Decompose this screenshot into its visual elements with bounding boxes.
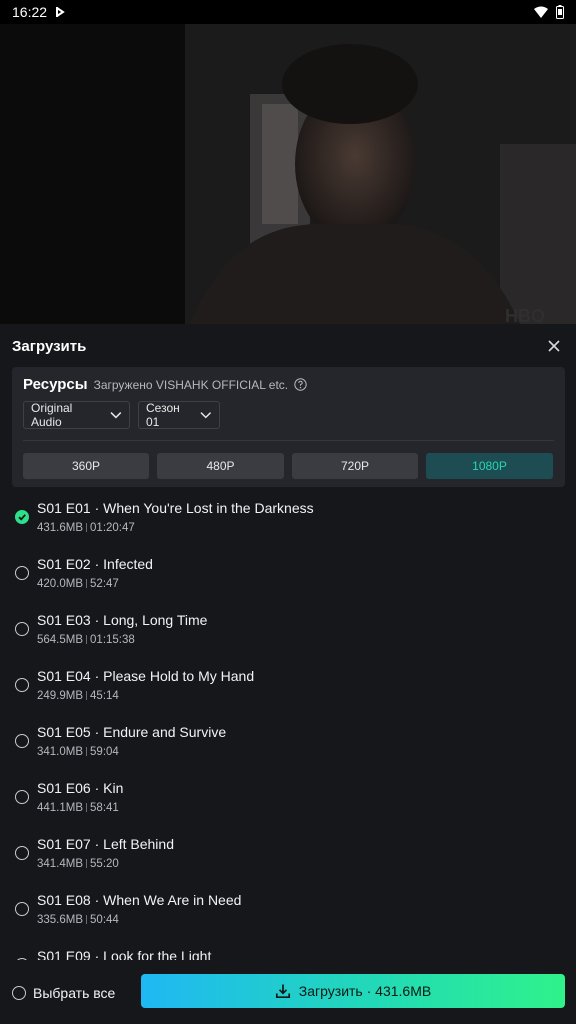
episode-row[interactable]: S01 E04 · Please Hold to My Hand 249.9MB… xyxy=(0,658,576,714)
chevron-down-icon xyxy=(200,412,212,419)
download-icon xyxy=(275,984,290,999)
episode-row[interactable]: S01 E07 · Left Behind 341.4MB 55:20 xyxy=(0,826,576,882)
episode-duration: 01:20:47 xyxy=(90,522,135,534)
download-button[interactable]: Загрузить · 431.6MB xyxy=(141,974,565,1008)
video-player[interactable]: HBO xyxy=(0,24,576,324)
svg-text:HBO: HBO xyxy=(505,306,545,324)
episode-meta: 341.4MB 55:20 xyxy=(37,858,119,870)
episode-title: S01 E02 · Infected xyxy=(37,556,153,572)
episode-checkbox[interactable] xyxy=(15,678,29,692)
episode-title: S01 E06 · Kin xyxy=(37,780,124,796)
select-all-checkbox[interactable] xyxy=(12,986,26,1000)
resources-subtitle: Загружено VISHAHK OFFICIAL etc. xyxy=(93,377,289,392)
select-all-toggle[interactable]: Выбрать все xyxy=(12,985,115,1001)
episode-checkbox[interactable] xyxy=(15,566,29,580)
download-button-label: Загрузить · 431.6MB xyxy=(298,983,432,999)
check-icon xyxy=(18,514,26,521)
status-time: 16:22 xyxy=(12,4,48,20)
episode-checkbox[interactable] xyxy=(15,790,29,804)
quality-360p-button[interactable]: 360P xyxy=(23,453,149,479)
episode-meta: 564.5MB 01:15:38 xyxy=(37,634,135,646)
episode-title: S01 E03 · Long, Long Time xyxy=(37,612,208,628)
wifi-icon xyxy=(534,6,548,18)
sheet-header: Загрузить xyxy=(12,336,564,356)
close-icon[interactable] xyxy=(544,336,564,356)
episode-checkbox-checked[interactable] xyxy=(15,510,29,524)
sheet-title: Загрузить xyxy=(12,337,87,355)
episode-duration: 50:44 xyxy=(90,914,119,926)
episode-size: 341.4MB xyxy=(37,858,84,870)
episode-title: S01 E04 · Please Hold to My Hand xyxy=(37,668,255,684)
episode-meta: 249.9MB 45:14 xyxy=(37,690,119,702)
episode-size: 441.1MB xyxy=(37,802,84,814)
episode-size: 341.0MB xyxy=(37,746,84,758)
episode-row[interactable]: S01 E08 · When We Are in Need 335.6MB 50:… xyxy=(0,882,576,938)
episode-meta: 335.6MB 50:44 xyxy=(37,914,119,926)
episode-title: S01 E08 · When We Are in Need xyxy=(37,892,242,908)
divider xyxy=(23,440,554,441)
episode-row[interactable]: S01 E05 · Endure and Survive 341.0MB 59:0… xyxy=(0,714,576,770)
episode-row[interactable]: S01 E03 · Long, Long Time 564.5MB 01:15:3… xyxy=(0,602,576,658)
resources-panel: Ресурсы Загружено VISHAHK OFFICIAL etc. … xyxy=(12,367,565,487)
episode-list: S01 E01 · When You're Lost in the Darkne… xyxy=(0,490,576,964)
episode-size: 564.5MB xyxy=(37,634,84,646)
episode-meta: 431.6MB 01:20:47 xyxy=(37,522,135,534)
episode-meta: 441.1MB 58:41 xyxy=(37,802,119,814)
help-icon[interactable] xyxy=(294,378,307,391)
episode-duration: 58:41 xyxy=(90,802,119,814)
episode-checkbox[interactable] xyxy=(15,902,29,916)
audio-dropdown-label: Original Audio xyxy=(31,401,73,429)
episode-duration: 01:15:38 xyxy=(90,634,135,646)
episode-row[interactable]: S01 E02 · Infected 420.0MB 52:47 xyxy=(0,546,576,602)
episode-row[interactable]: S01 E06 · Kin 441.1MB 58:41 xyxy=(0,770,576,826)
season-dropdown[interactable]: Сезон 01 xyxy=(138,401,220,429)
status-bar: 16:22 xyxy=(0,0,576,24)
episode-checkbox[interactable] xyxy=(15,622,29,636)
episode-duration: 52:47 xyxy=(90,578,119,590)
episode-size: 431.6MB xyxy=(37,522,84,534)
episode-row[interactable]: S01 E01 · When You're Lost in the Darkne… xyxy=(0,490,576,546)
battery-icon xyxy=(556,5,564,19)
episode-size: 335.6MB xyxy=(37,914,84,926)
chevron-down-icon xyxy=(110,412,122,419)
quality-720p-button[interactable]: 720P xyxy=(292,453,418,479)
episode-size: 420.0MB xyxy=(37,578,84,590)
episode-meta: 420.0MB 52:47 xyxy=(37,578,119,590)
episode-title: S01 E07 · Left Behind xyxy=(37,836,174,852)
episode-size: 249.9MB xyxy=(37,690,84,702)
episode-title: S01 E05 · Endure and Survive xyxy=(37,724,227,740)
episode-checkbox[interactable] xyxy=(15,846,29,860)
quality-1080p-button[interactable]: 1080P xyxy=(426,453,553,479)
episode-title: S01 E01 · When You're Lost in the Darkne… xyxy=(37,500,314,516)
download-sheet: Загрузить Ресурсы Загружено VISHAHK OFFI… xyxy=(0,324,576,1024)
episode-meta: 341.0MB 59:04 xyxy=(37,746,119,758)
bottom-action-bar: Выбрать все Загрузить · 431.6MB xyxy=(0,960,576,1024)
episode-duration: 59:04 xyxy=(90,746,119,758)
resources-header: Ресурсы Загружено VISHAHK OFFICIAL etc. xyxy=(23,376,307,393)
episode-checkbox[interactable] xyxy=(15,734,29,748)
video-frame: HBO xyxy=(0,24,576,324)
season-dropdown-label: Сезон 01 xyxy=(146,401,180,429)
cast-icon xyxy=(56,7,65,17)
episode-duration: 45:14 xyxy=(90,690,119,702)
select-all-label: Выбрать все xyxy=(33,985,116,1001)
episode-duration: 55:20 xyxy=(90,858,119,870)
resources-title: Ресурсы xyxy=(23,376,88,393)
audio-dropdown[interactable]: Original Audio xyxy=(23,401,130,429)
quality-480p-button[interactable]: 480P xyxy=(157,453,284,479)
